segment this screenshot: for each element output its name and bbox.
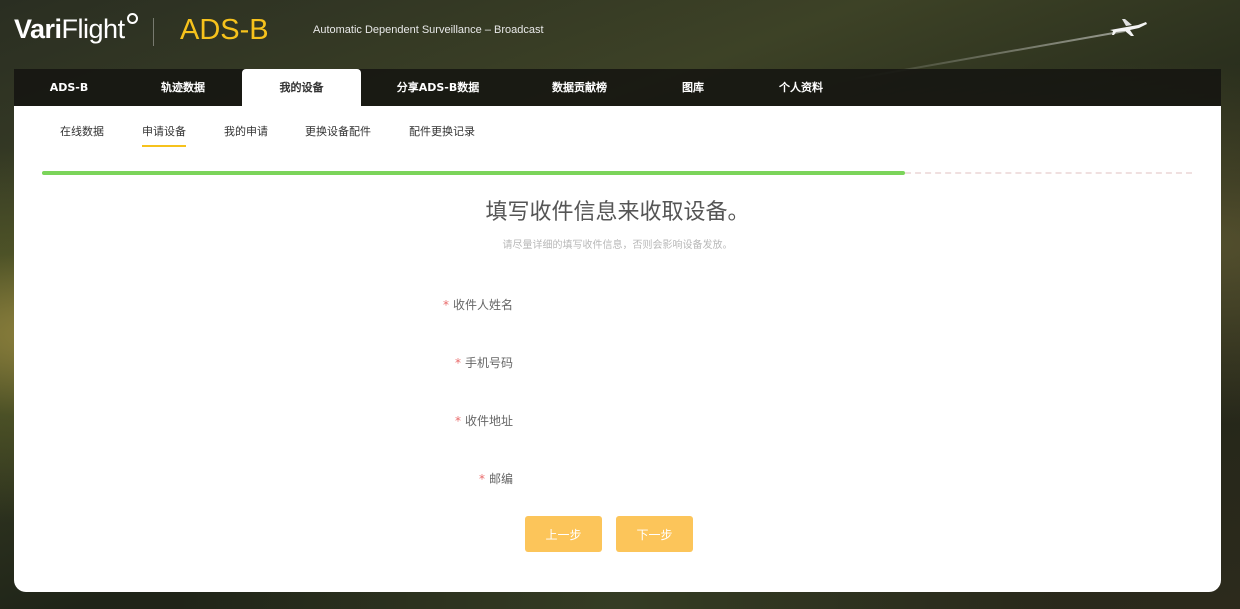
phone-number-label-text: 手机号码: [464, 356, 513, 370]
postal-code-label-text: 邮编: [488, 472, 513, 486]
recipient-name-label-text: 收件人姓名: [452, 298, 513, 312]
form-hint: 请尽量详细的填写收件信息，否则会影响设备发放。: [502, 240, 733, 251]
main-nav: ADS-B 轨迹数据 我的设备 分享ADS-B数据 数据贡献榜 图库 个人资料: [14, 69, 1221, 106]
site-header: VariFlight ADS-B Automatic Dependent Sur…: [0, 0, 1240, 83]
postal-code-label[interactable]: * 邮编: [479, 470, 513, 487]
recipient-name-label[interactable]: * 收件人姓名: [443, 296, 513, 313]
subnav-apply-device[interactable]: 申请设备: [142, 123, 186, 147]
progress-bar: [42, 171, 905, 175]
logo-light-text: Flight: [61, 14, 126, 44]
phone-number-label[interactable]: * 手机号码: [455, 354, 513, 371]
subnav-my-applications[interactable]: 我的申请: [224, 123, 268, 139]
airplane-icon: [1110, 19, 1147, 36]
app-name: ADS-B: [180, 14, 269, 46]
content-panel: 在线数据 申请设备 我的申请 更换设备配件 配件更换记录 填写收件信息来收取设备…: [14, 106, 1221, 592]
tab-gallery[interactable]: 图库: [644, 69, 742, 106]
tab-profile[interactable]: 个人资料: [742, 69, 860, 106]
tab-ads-b[interactable]: ADS-B: [14, 69, 124, 106]
address-label-text: 收件地址: [464, 414, 513, 428]
tab-my-devices[interactable]: 我的设备: [242, 69, 361, 106]
subnav-parts-replacement-records[interactable]: 配件更换记录: [409, 123, 475, 139]
header-divider: [153, 18, 154, 46]
app-subtitle: Automatic Dependent Surveillance – Broad…: [313, 24, 544, 36]
variflight-logo[interactable]: VariFlight: [14, 13, 138, 45]
subnav-online-data[interactable]: 在线数据: [60, 123, 104, 139]
next-step-button[interactable]: 下一步: [616, 516, 693, 552]
required-mark: *: [454, 414, 461, 428]
required-mark: *: [442, 298, 449, 312]
tab-share-ads-b-data[interactable]: 分享ADS-B数据: [361, 69, 515, 106]
tab-track-data[interactable]: 轨迹数据: [124, 69, 242, 106]
subnav-replace-device-parts[interactable]: 更换设备配件: [305, 123, 371, 139]
required-mark: *: [454, 356, 461, 370]
logo-dot-icon: [126, 13, 138, 24]
sub-nav: 在线数据 申请设备 我的申请 更换设备配件 配件更换记录: [14, 106, 1221, 152]
tab-data-contribution-ranking[interactable]: 数据贡献榜: [515, 69, 644, 106]
address-label[interactable]: * 收件地址: [455, 412, 513, 429]
logo-bold-text: Vari: [14, 14, 62, 44]
form-title: 填写收件信息来收取设备。: [485, 200, 750, 225]
previous-step-button[interactable]: 上一步: [525, 516, 602, 552]
required-mark: *: [478, 472, 485, 486]
